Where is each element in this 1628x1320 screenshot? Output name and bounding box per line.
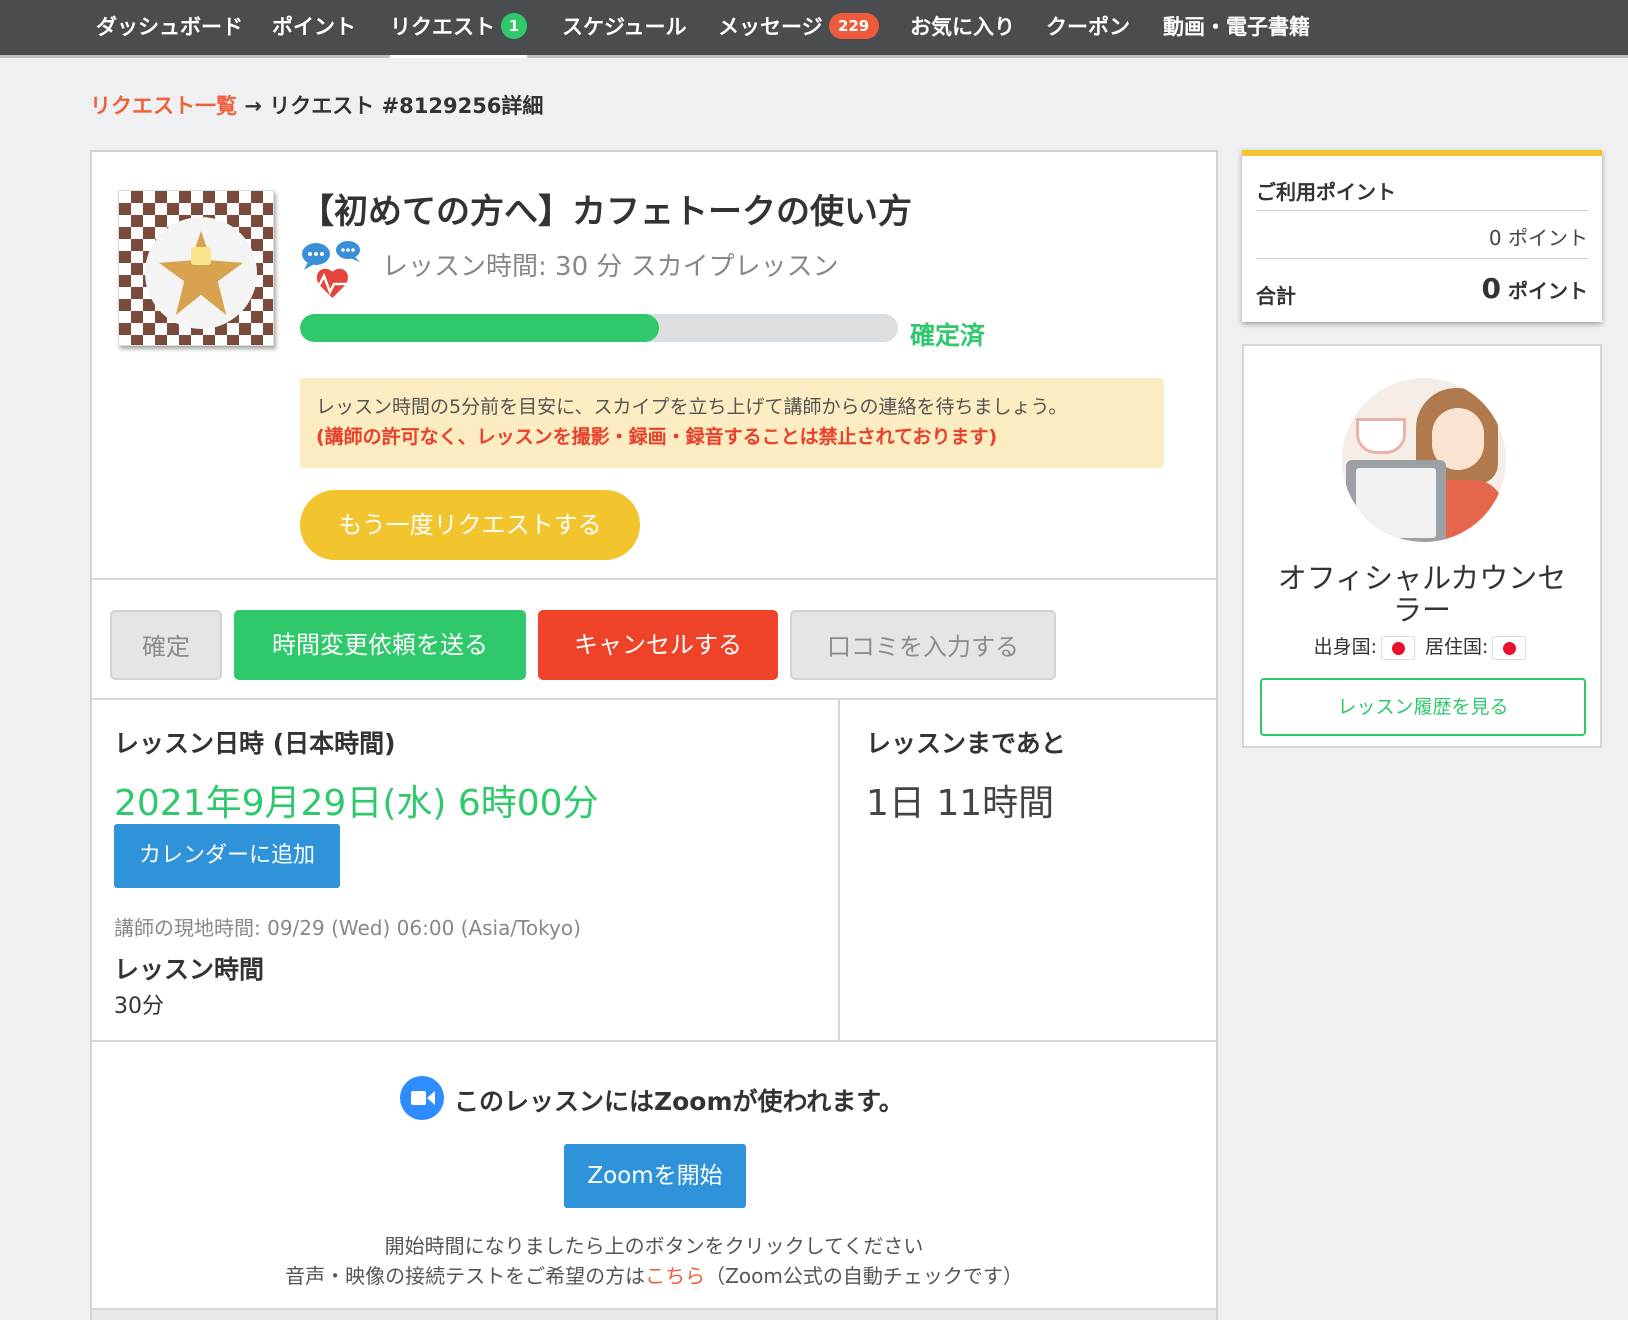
nav-item-requests[interactable]: リクエスト 1 <box>390 0 527 58</box>
teacher-card: オフィシャルカウンセラー 出身国: 居住国: レッスン履歴を見る <box>1242 344 1602 748</box>
butter-image <box>191 247 211 265</box>
zoom-icon <box>400 1076 444 1120</box>
cancel-button[interactable]: キャンセルする <box>538 610 778 680</box>
points-total: 0 ポイント <box>1482 272 1588 305</box>
zoom-hint: 開始時間になりましたら上のボタンをクリックしてください <box>384 1234 924 1258</box>
zoom-notice: このレッスンにはZoomが使われます。 <box>454 1087 904 1116</box>
lesson-thumbnail <box>118 190 274 346</box>
status-progress-bar <box>300 314 898 342</box>
lesson-notice: レッスン時間の5分前を目安に、スカイプを立ち上げて講師からの連絡を待ちましょう。… <box>300 378 1164 468</box>
monitor-screen <box>1356 468 1436 538</box>
divider <box>1256 210 1588 211</box>
divider <box>1256 258 1588 259</box>
zoom-test-suffix: （Zoom公式の自動チェックです） <box>705 1264 1023 1288</box>
breadcrumb: リクエスト一覧 → リクエスト #8129256詳細 <box>90 90 543 120</box>
japan-flag-icon <box>1492 635 1527 660</box>
reschedule-request-button[interactable]: 時間変更依頼を送る <box>234 610 526 680</box>
zoom-lens-shape <box>427 1091 435 1105</box>
progress-fill <box>300 314 659 342</box>
nav-label: 動画・電子書籍 <box>1163 15 1310 39</box>
teacher-local-time: 講師の現地時間: 09/29 (Wed) 06:00 (Asia/Tokyo) <box>114 916 581 940</box>
message-count-badge: 229 <box>828 13 879 39</box>
nav-item-points[interactable]: ポイント <box>272 0 356 55</box>
nav-label: クーポン <box>1046 15 1130 39</box>
points-used-title: ご利用ポイント <box>1256 180 1396 204</box>
next-section-bar <box>92 1308 1216 1320</box>
nav-label: リクエスト <box>390 15 495 39</box>
nav-label: ダッシュボード <box>96 15 243 39</box>
notice-text: レッスン時間の5分前を目安に、スカイプを立ち上げて講師からの連絡を待ちましょう。 <box>316 396 1068 418</box>
nav-label: メッセージ <box>718 15 823 39</box>
japan-flag-icon <box>1380 635 1415 660</box>
request-again-button[interactable]: もう一度リクエストする <box>300 490 640 560</box>
nav-item-schedule[interactable]: スケジュール <box>562 0 687 55</box>
request-detail-panel: 【初めての方へ】カフェトークの使い方 レッスン時間: 30 分 スカイプレッスン… <box>90 150 1218 1320</box>
teacher-country-row: 出身国: 居住国: <box>1244 632 1600 660</box>
lesson-duration-value: 30分 <box>114 994 164 1019</box>
zoom-test-prefix: 音声・映像の接続テストをご希望の方は <box>285 1264 646 1288</box>
request-count-badge: 1 <box>501 13 527 39</box>
zoom-camera-shape <box>411 1091 426 1105</box>
points-used-value: 0 ポイント <box>1488 226 1588 250</box>
divider <box>92 578 1216 580</box>
zoom-test-link[interactable]: こちら <box>645 1264 705 1288</box>
nav-item-coupons[interactable]: クーポン <box>1046 0 1130 55</box>
lesson-datetime-value: 2021年9月29日(水) 6時00分 <box>114 783 599 824</box>
origin-label: 出身国: <box>1313 636 1377 658</box>
teacher-avatar[interactable] <box>1342 378 1506 542</box>
nav-label: ポイント <box>272 15 356 39</box>
monitor-illustration <box>1346 460 1446 542</box>
lesson-history-button[interactable]: レッスン履歴を見る <box>1260 678 1586 736</box>
nav-item-favorites[interactable]: お気に入り <box>910 0 1015 55</box>
nav-item-messages[interactable]: メッセージ 229 <box>718 0 879 55</box>
status-label: 確定済 <box>910 321 986 350</box>
write-review-button[interactable]: 口コミを入力する <box>790 610 1056 680</box>
time-until-heading: レッスンまであと <box>866 729 1066 758</box>
notice-warning: (講師の許可なく、レッスンを撮影・録画・録音することは禁止されております) <box>316 426 998 448</box>
residence-label: 居住国: <box>1425 636 1489 658</box>
zoom-test-hint: 音声・映像の接続テストをご希望の方はこちら（Zoom公式の自動チェックです） <box>92 1260 1216 1289</box>
breadcrumb-separator: → <box>244 94 262 118</box>
divider <box>92 698 1216 700</box>
chat-heart-icon <box>302 241 360 298</box>
points-total-value: 0 <box>1481 272 1502 305</box>
top-nav: ダッシュボード ポイント リクエスト 1 スケジュール メッセージ 229 お気に入… <box>0 0 1628 58</box>
lesson-datetime-heading: レッスン日時 (日本時間) <box>114 729 396 758</box>
start-zoom-button[interactable]: Zoomを開始 <box>564 1144 746 1208</box>
column-divider <box>838 700 840 1040</box>
time-until-value: 1日 11時間 <box>866 783 1055 824</box>
lesson-title: 【初めての方へ】カフェトークの使い方 <box>300 192 912 232</box>
nav-item-dashboard[interactable]: ダッシュボード <box>96 0 243 55</box>
nav-label: スケジュール <box>562 15 687 39</box>
teacup-illustration <box>1356 418 1406 454</box>
points-total-unit: ポイント <box>1508 279 1588 303</box>
add-to-calendar-button[interactable]: カレンダーに追加 <box>114 824 340 888</box>
points-summary-card: ご利用ポイント 0 ポイント 合計 0 ポイント <box>1242 150 1602 322</box>
lesson-meta: レッスン時間: 30 分 スカイプレッスン <box>382 252 839 282</box>
points-total-label: 合計 <box>1256 284 1296 308</box>
nav-item-videos-ebooks[interactable]: 動画・電子書籍 <box>1163 0 1310 55</box>
teacher-name[interactable]: オフィシャルカウンセラー <box>1244 562 1600 626</box>
lesson-duration-heading: レッスン時間 <box>114 955 265 984</box>
breadcrumb-request-list-link[interactable]: リクエスト一覧 <box>90 94 237 118</box>
breadcrumb-current: リクエスト #8129256詳細 <box>269 94 544 118</box>
confirm-button[interactable]: 確定 <box>110 610 222 680</box>
nav-label: お気に入り <box>910 15 1015 39</box>
divider <box>92 1040 1216 1042</box>
